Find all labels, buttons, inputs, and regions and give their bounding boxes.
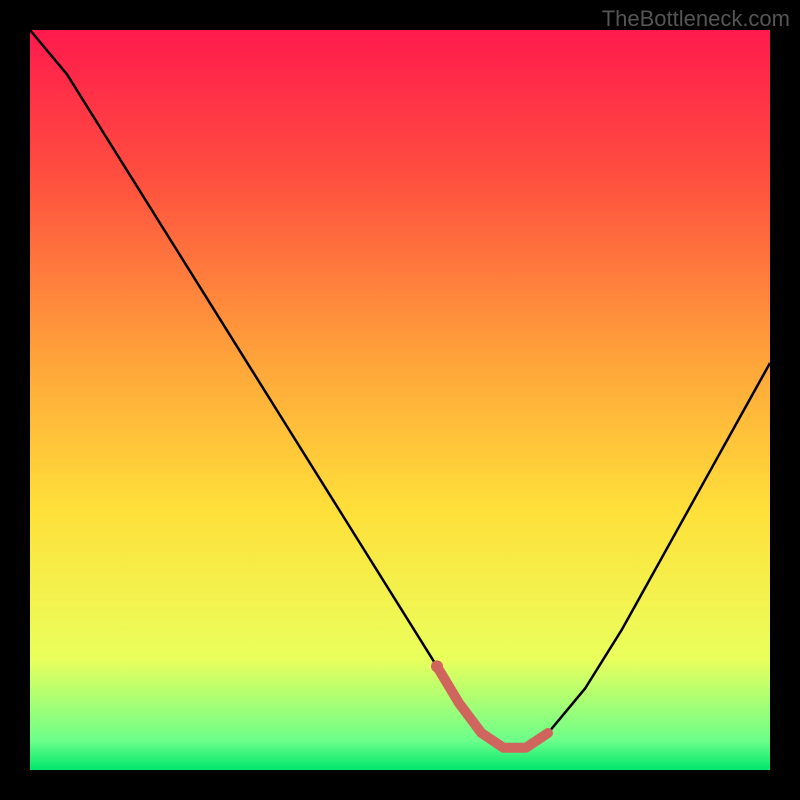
optimal-band-start-dot bbox=[431, 660, 443, 672]
plot-background bbox=[30, 30, 770, 770]
watermark-text: TheBottleneck.com bbox=[602, 6, 790, 32]
bottleneck-chart-svg bbox=[0, 0, 800, 800]
chart-container: TheBottleneck.com bbox=[0, 0, 800, 800]
